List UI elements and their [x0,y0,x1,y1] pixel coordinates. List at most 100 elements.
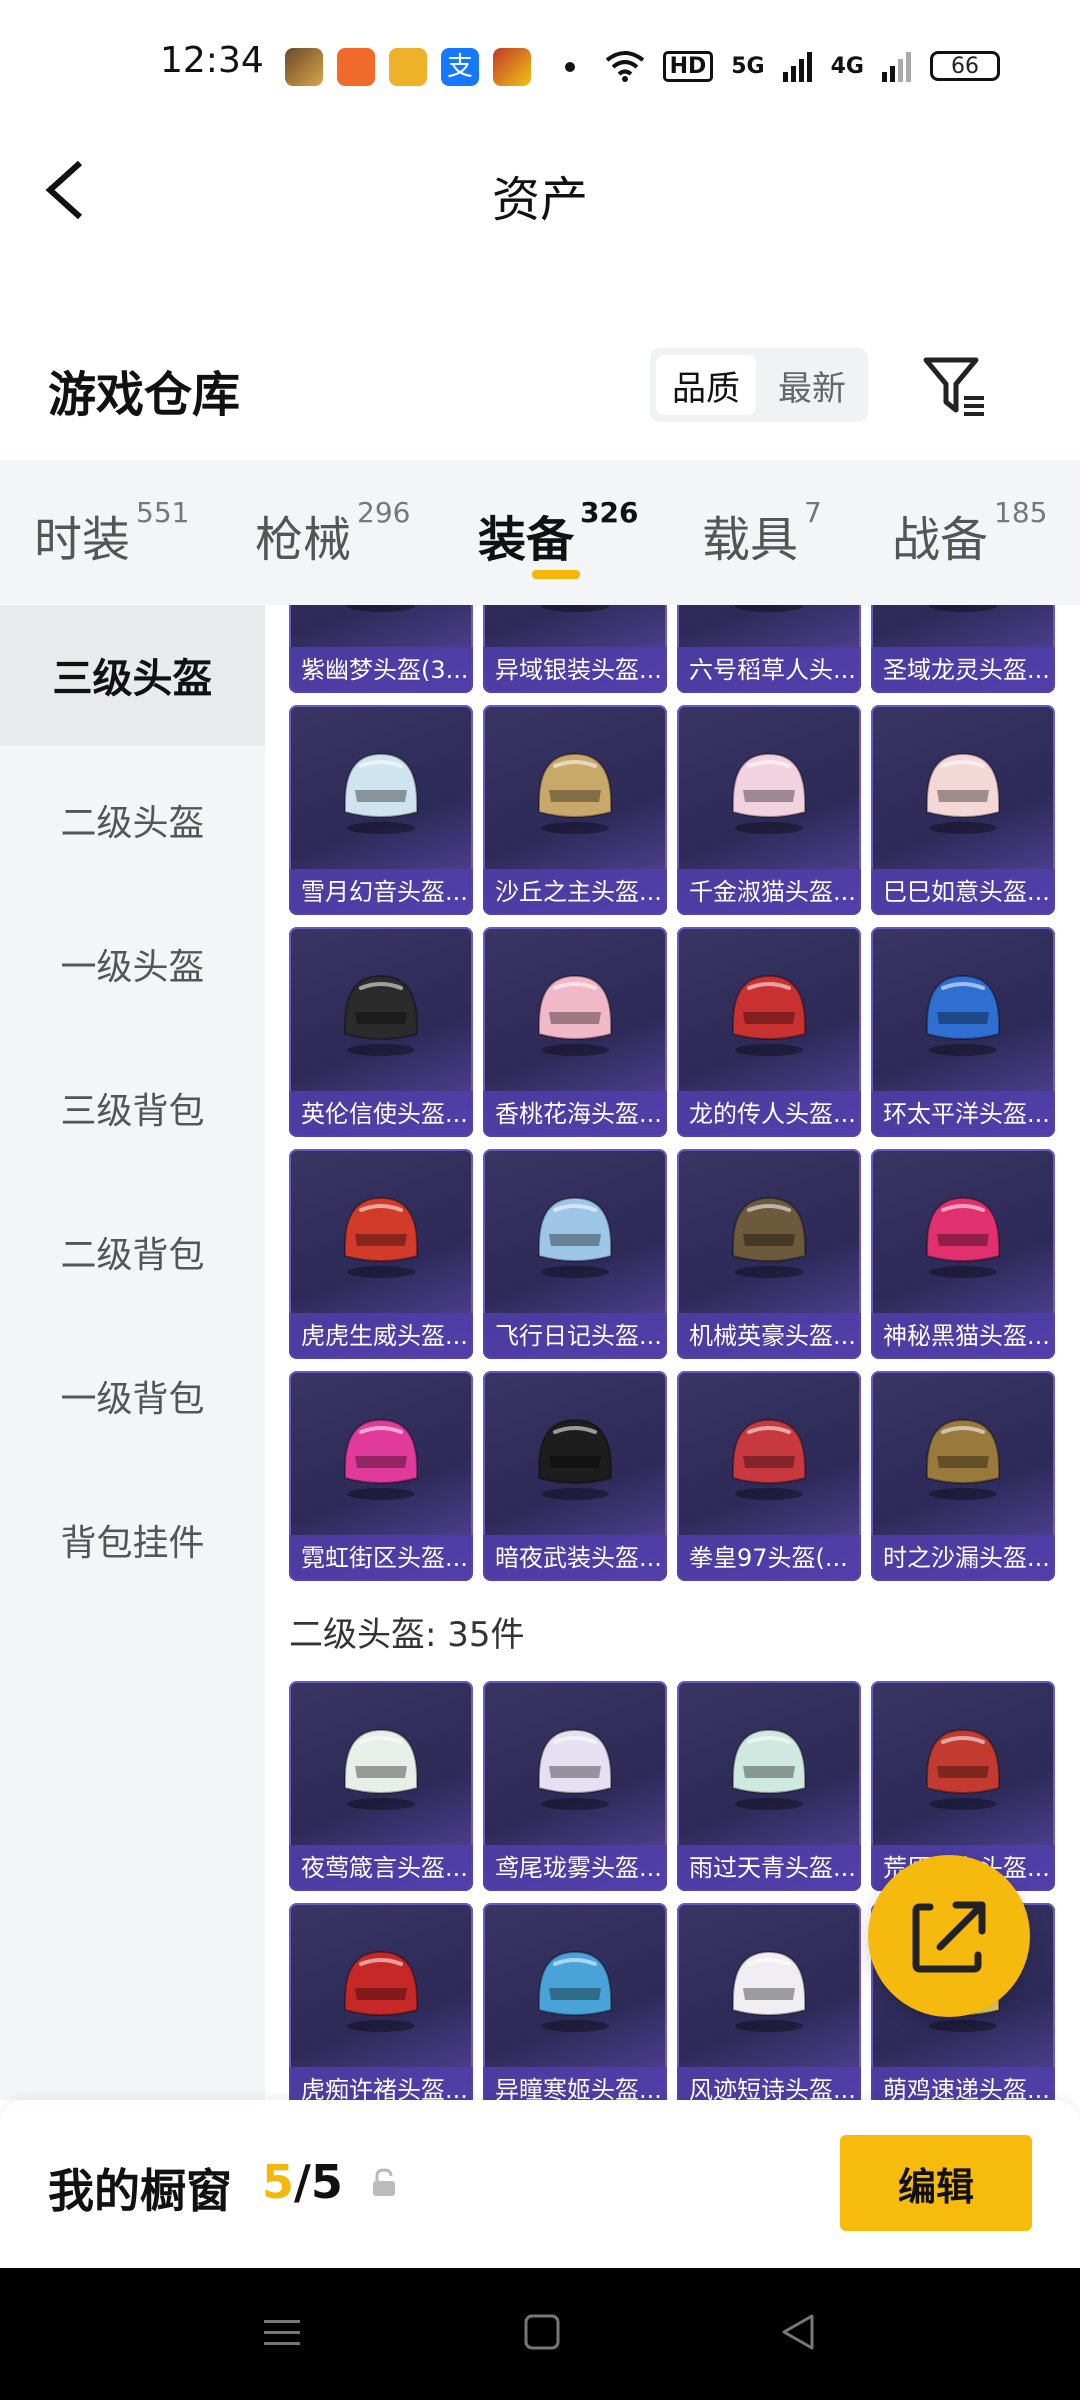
signal-5g-icon: 5G [731,53,765,79]
tab-label: 时装 [34,512,131,568]
helmet-icon [735,605,803,612]
active-tab-indicator [532,570,580,579]
item-card[interactable]: 龙的传人头盔... [677,927,861,1137]
tab-fashion[interactable]: 时装 551 [34,496,189,570]
sidebar-item-level2-backpack[interactable]: 二级背包 [0,1182,265,1322]
item-card[interactable]: 巳巳如意头盔... [871,705,1055,915]
game2-app-icon [493,48,531,86]
hd-icon: HD [662,50,714,82]
notification-dot-icon [565,62,575,72]
showcase-separator: / [294,2155,311,2209]
helmet-icon [929,605,997,612]
item-name: 异域银装头盔... [483,647,667,693]
cf-app-icon [337,48,375,86]
back-icon[interactable] [778,2312,818,2352]
tab-tactical[interactable]: 战备 185 [892,496,1047,570]
item-card[interactable]: 千金淑猫头盔... [677,705,861,915]
item-card[interactable]: 圣域龙灵头盔... [871,605,1055,693]
item-card[interactable]: 紫幽梦头盔(3... [289,605,473,693]
item-card[interactable]: 雪月幻音头盔... [289,705,473,915]
item-card[interactable]: 鸢尾珑雾头盔... [483,1681,667,1891]
item-name: 虎痴许褚头盔... [289,2067,473,2100]
sidebar-item-backpack-pendant[interactable]: 背包挂件 [0,1470,265,1610]
filter-button[interactable] [920,352,990,422]
item-name: 雪月幻音头盔... [289,869,473,915]
helmet-icon [926,1196,1000,1278]
tab-count: 7 [804,496,822,529]
sidebar-item-level1-backpack[interactable]: 一级背包 [0,1326,265,1466]
helmet-icon [344,752,418,834]
item-card[interactable]: 飞行日记头盔... [483,1149,667,1359]
tab-label: 枪械 [255,512,352,568]
helmet-icon [538,1196,612,1278]
item-card[interactable]: 霓虹街区头盔... [289,1371,473,1581]
helmet-icon [344,1418,418,1500]
share-out-icon [912,1901,986,1973]
item-card[interactable]: 异域银装头盔... [483,605,667,693]
tab-label: 载具 [702,512,799,568]
helmet-icon [732,752,806,834]
sidebar-item-level3-backpack[interactable]: 三级背包 [0,1038,265,1178]
sidebar-item-level3-helmet[interactable]: 三级头盔 [0,605,265,745]
item-card[interactable]: 虎痴许褚头盔... [289,1903,473,2100]
tab-vehicles[interactable]: 载具 7 [702,496,822,570]
system-icons: HD 5G 4G 66 [605,46,1000,86]
sort-option-quality[interactable]: 品质 [656,355,756,415]
edit-button[interactable]: 编辑 [840,2135,1032,2231]
item-name: 千金淑猫头盔... [677,869,861,915]
helmet-icon [926,1728,1000,1810]
item-card[interactable]: 拳皇97头盔(... [677,1371,861,1581]
menu-icon[interactable] [262,2312,302,2352]
sort-option-newest[interactable]: 最新 [762,355,862,415]
item-name: 圣域龙灵头盔... [871,647,1055,693]
item-name: 香桃花海头盔... [483,1091,667,1137]
item-card[interactable]: 英伦信使头盔... [289,927,473,1137]
item-card[interactable]: 环太平洋头盔... [871,927,1055,1137]
tab-label: 战备 [892,512,989,568]
helmet-icon [732,1196,806,1278]
helmet-icon [732,1418,806,1500]
showcase-total: 5 [310,2155,343,2209]
item-name: 鸢尾珑雾头盔... [483,1845,667,1891]
item-card[interactable]: 六号稻草人头... [677,605,861,693]
tab-equipment[interactable]: 装备 326 [478,496,638,570]
showcase-count: 5/5 [262,2155,343,2209]
filter-icon [923,357,984,416]
helmet-icon [347,605,415,612]
item-name: 异瞳寒姬头盔... [483,2067,667,2100]
item-name: 霓虹街区头盔... [289,1535,473,1581]
item-card[interactable]: 异瞳寒姬头盔... [483,1903,667,2100]
helmet-icon [732,1728,806,1810]
item-card[interactable]: 沙丘之主头盔... [483,705,667,915]
item-card[interactable]: 雨过天青头盔... [677,1681,861,1891]
alipay-icon: 支 [441,48,479,86]
item-name: 神秘黑猫头盔... [871,1313,1055,1359]
item-card[interactable]: 神秘黑猫头盔... [871,1149,1055,1359]
signal-4g-icon: 4G [830,53,864,79]
item-card[interactable]: 虎虎生威头盔... [289,1149,473,1359]
helmet-icon [732,974,806,1056]
share-button[interactable] [868,1855,1030,2017]
sidebar-item-level2-helmet[interactable]: 二级头盔 [0,750,265,890]
item-card[interactable]: 风迹短诗头盔... [677,1903,861,2100]
item-name: 夜莺箴言头盔... [289,1845,473,1891]
item-name: 拳皇97头盔(... [677,1535,861,1581]
tab-weapons[interactable]: 枪械 296 [255,496,410,570]
sort-toggle: 品质 最新 [650,348,868,422]
item-card[interactable]: 时之沙漏头盔... [871,1371,1055,1581]
item-name: 巳巳如意头盔... [871,869,1055,915]
helmet-icon [926,974,1000,1056]
home-icon[interactable] [522,2312,562,2352]
item-card[interactable]: 机械英豪头盔... [677,1149,861,1359]
sidebar-item-level1-helmet[interactable]: 一级头盔 [0,894,265,1034]
item-name: 英伦信使头盔... [289,1091,473,1137]
helmet-icon [732,1950,806,2032]
battery-level: 66 [951,53,979,79]
item-card[interactable]: 香桃花海头盔... [483,927,667,1137]
item-card[interactable]: 夜莺箴言头盔... [289,1681,473,1891]
battery-icon: 66 [930,51,1000,81]
coin-app-icon [389,48,427,86]
tab-count: 326 [580,496,639,529]
warehouse-title: 游戏仓库 [48,367,241,423]
item-card[interactable]: 暗夜武装头盔... [483,1371,667,1581]
